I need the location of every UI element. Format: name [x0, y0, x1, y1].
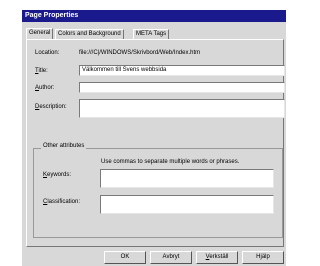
location-label: Location: — [35, 50, 60, 56]
description-label: Description: — [35, 104, 67, 110]
keywords-hint: Use commas to separate multiple words or… — [101, 159, 240, 165]
keywords-label: Keywords: — [43, 172, 72, 178]
apply-button[interactable]: Verkställ — [196, 251, 238, 264]
page-properties-dialog: General Colors and Background META Tags … — [22, 22, 286, 266]
title-input[interactable]: Välkommen till Svens webbsida — [79, 65, 285, 76]
ok-button[interactable]: OK — [104, 251, 146, 264]
help-button[interactable]: Hjälp — [242, 251, 284, 264]
general-panel: Location: file:///C|/WINDOWS/Skrivbord/W… — [26, 39, 285, 247]
tab-meta-tags[interactable]: META Tags — [133, 29, 170, 39]
description-input[interactable] — [79, 99, 285, 118]
location-value: file:///C|/WINDOWS/Skrivbord/Web/Index.h… — [79, 50, 201, 56]
keywords-input[interactable] — [100, 169, 274, 188]
cancel-button[interactable]: Avbryt — [150, 251, 192, 264]
tab-colors-and-background[interactable]: Colors and Background — [55, 29, 124, 39]
author-label: Author: — [35, 85, 55, 91]
title-label: Title: — [35, 68, 48, 74]
tab-general[interactable]: General — [26, 28, 54, 39]
classification-input[interactable] — [100, 195, 274, 214]
other-attributes-label: Other attributes — [41, 143, 87, 149]
window-title: Page Properties — [22, 10, 286, 22]
author-input[interactable] — [79, 82, 285, 93]
classification-label: Classification: — [43, 199, 81, 205]
